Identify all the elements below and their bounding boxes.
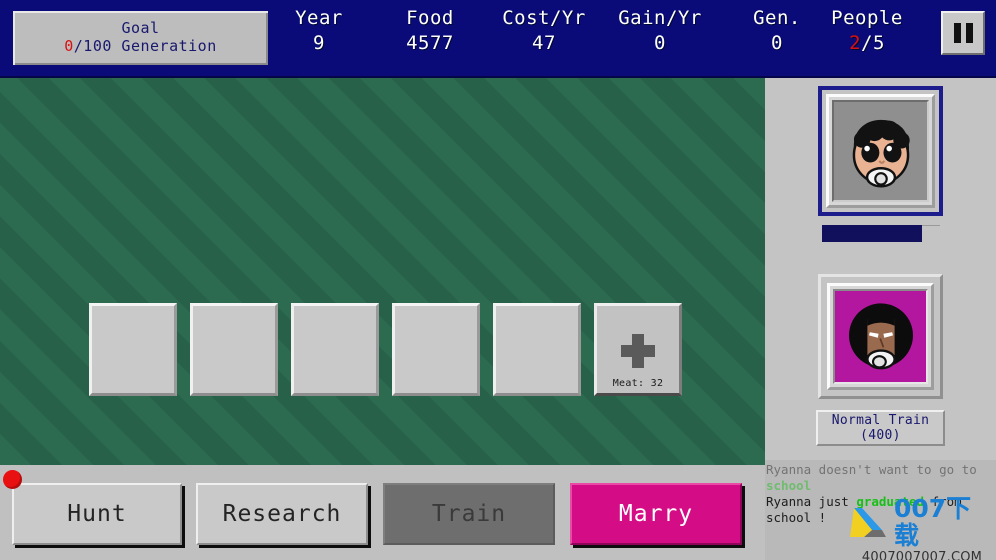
stat-cost-per-year: Cost/Yr 47 <box>486 6 602 56</box>
inventory-slot[interactable] <box>392 303 480 396</box>
alert-dot-icon[interactable] <box>3 470 22 489</box>
portrait-frame <box>827 283 934 390</box>
normal-train-button[interactable]: Normal Train (400) <box>816 410 945 446</box>
stat-food-label: Food <box>406 7 454 29</box>
stat-year-value: 9 <box>313 32 325 54</box>
log-message-highlight: school <box>766 478 812 493</box>
goal-progress: 0/100 Generation <box>64 37 217 56</box>
stat-generation: Gen. 0 <box>735 6 819 56</box>
pause-icon <box>953 23 961 43</box>
character-card-adult[interactable] <box>818 274 943 399</box>
watermark-row: 007下载 <box>848 495 996 549</box>
stat-people-label: People <box>831 7 903 29</box>
goal-total: /100 Generation <box>73 37 217 55</box>
growth-progress-bar <box>822 225 940 242</box>
portrait-canvas <box>832 100 929 202</box>
status-header: Goal 0/100 Generation Year 9 Food 4577 C… <box>0 0 996 78</box>
stat-gen-value: 0 <box>771 32 783 54</box>
portrait-canvas <box>833 289 928 384</box>
train-button-label: Normal Train <box>831 413 930 428</box>
goal-title: Goal <box>121 19 160 37</box>
goal-panel: Goal 0/100 Generation <box>10 8 271 68</box>
growth-progress-fill <box>822 225 923 242</box>
marry-button[interactable]: Marry <box>570 483 742 545</box>
portrait-frame <box>826 94 935 208</box>
character-sidebar: Normal Train (400) <box>765 78 996 460</box>
log-message-pre: Ryanna just <box>766 494 857 509</box>
watermark: 007下载 4007007007.COM <box>848 495 996 560</box>
baby-portrait-icon <box>852 119 910 188</box>
stat-cost-value: 47 <box>532 32 556 54</box>
stat-food: Food 4577 <box>380 6 480 56</box>
game-screen: Goal 0/100 Generation Year 9 Food 4577 C… <box>0 0 996 560</box>
action-bar: Hunt Research Train Marry <box>0 465 765 560</box>
inventory-slot[interactable] <box>89 303 177 396</box>
train-button-cost: (400) <box>860 428 901 443</box>
people-max: /5 <box>861 32 885 54</box>
inventory-slot-row: Meat: 32 <box>89 303 682 396</box>
stat-gain-label: Gain/Yr <box>618 7 702 29</box>
stat-people-value: 2/5 <box>812 30 922 56</box>
play-area: Meat: 32 <box>0 78 765 465</box>
inventory-slot[interactable] <box>493 303 581 396</box>
research-button[interactable]: Research <box>196 483 368 545</box>
watermark-text: 007下载 <box>893 494 972 550</box>
inventory-slot[interactable] <box>291 303 379 396</box>
hunt-button[interactable]: Hunt <box>12 483 182 545</box>
stat-year: Year 9 <box>281 6 357 56</box>
pause-button[interactable] <box>941 11 985 55</box>
goal-current: 0 <box>64 37 74 55</box>
stat-gain-per-year: Gain/Yr 0 <box>602 6 718 56</box>
character-card-baby[interactable] <box>818 86 943 216</box>
adult-portrait-icon <box>848 302 913 369</box>
pause-icon <box>965 23 973 43</box>
stat-gain-value: 0 <box>654 32 666 54</box>
people-current: 2 <box>849 32 862 54</box>
log-message: Ryanna doesn't want to go to school <box>766 462 996 494</box>
plus-icon <box>621 333 655 368</box>
stat-people: People 2/5 <box>812 6 922 56</box>
stat-cost-label: Cost/Yr <box>502 7 586 29</box>
watermark-url: 4007007007.COM <box>861 550 983 560</box>
add-slot-button[interactable]: Meat: 32 <box>594 303 682 396</box>
meat-count-label: Meat: 32 <box>612 378 664 389</box>
train-button: Train <box>383 483 555 545</box>
stat-gen-label: Gen. <box>753 7 801 29</box>
watermark-logo-icon <box>849 508 886 537</box>
stat-food-value: 4577 <box>406 32 454 54</box>
log-message-pre: Ryanna doesn't want to go to <box>766 462 977 477</box>
inventory-slot[interactable] <box>190 303 278 396</box>
stat-year-label: Year <box>295 7 343 29</box>
